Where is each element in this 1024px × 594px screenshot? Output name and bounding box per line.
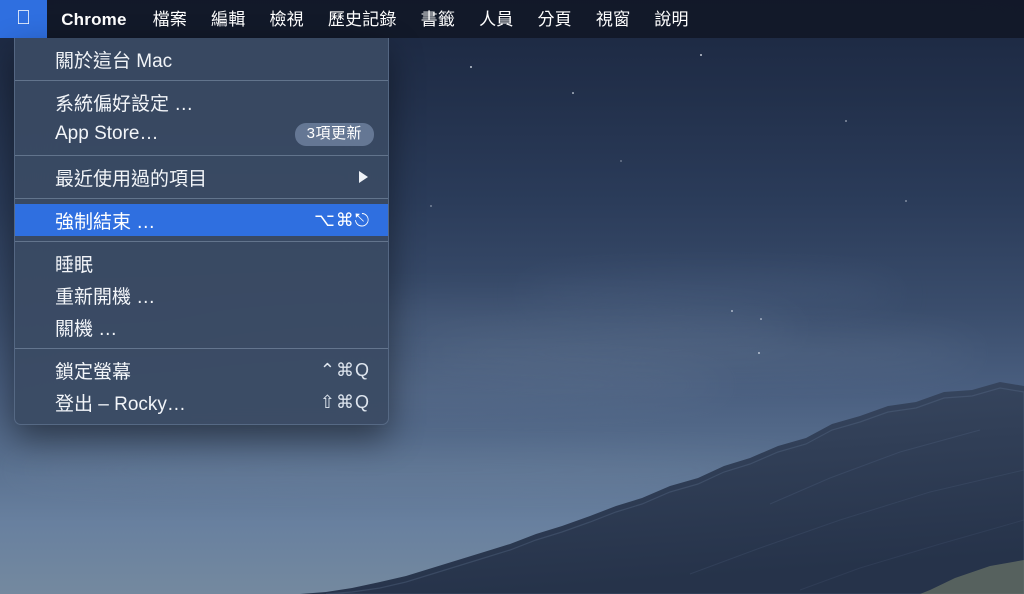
menu-bar-item-edit[interactable]: 編輯: [199, 0, 257, 38]
menu-bar-items:  Chrome 檔案 編輯 檢視 歷史記錄 書籤 人員 分頁 視窗 說明: [0, 0, 701, 38]
updates-badge: 3項更新: [294, 122, 374, 146]
menu-item-label: App Store…: [55, 123, 159, 144]
menu-item-label: 睡眠: [55, 254, 94, 276]
menu-bar-item-label: 歷史記錄: [312, 9, 397, 29]
menu-separator: [15, 198, 388, 199]
star: [700, 54, 702, 56]
menu-item-system-preferences[interactable]: 系統偏好設定 …: [15, 86, 388, 118]
chevron-right-icon: [359, 171, 368, 183]
menu-item-about-this-mac[interactable]: 關於這台 Mac: [15, 43, 388, 75]
menu-bar-item-help[interactable]: 說明: [642, 0, 700, 38]
menu-item-label: 關機 …: [55, 318, 118, 340]
menu-bar-item-file[interactable]: 檔案: [141, 0, 199, 38]
star: [470, 66, 472, 68]
menu-bar-item-label: 人員: [463, 9, 513, 29]
menu-bar-item-label: Chrome: [46, 9, 126, 29]
menu-separator: [15, 80, 388, 81]
menu-bar-item-window[interactable]: 視窗: [584, 0, 642, 38]
apple-dropdown-menu[interactable]: 關於這台 Mac 系統偏好設定 … App Store… 3項更新 最近使用過的項目 強制…: [14, 38, 389, 425]
menu-bar-item-people[interactable]: 人員: [467, 0, 525, 38]
menu-bar-item-label: 檢視: [254, 9, 303, 29]
star: [905, 200, 907, 202]
menu-item-label: 最近使用過的項目: [55, 168, 208, 190]
menu-item-force-quit[interactable]: 強制結束 … ⌥⌘⎋: [15, 204, 388, 236]
menu-bar-item-label: 編輯: [195, 9, 245, 29]
star: [731, 310, 733, 312]
menu-bar-item-history[interactable]: 歷史記錄: [316, 0, 409, 38]
star: [760, 318, 762, 320]
menu-bar-item-label: 分頁: [522, 9, 571, 29]
apple-logo-icon: : [16, 8, 31, 28]
menu-item-lock-screen[interactable]: 鎖定螢幕 ⌃⌘Q: [15, 354, 388, 386]
menu-bar-item-label: 說明: [639, 9, 688, 29]
menu-item-log-out[interactable]: 登出 – Rocky… ⇧⌘Q: [15, 386, 388, 418]
menu-item-shortcut: ⌃⌘Q: [319, 359, 370, 380]
menu-separator: [15, 155, 388, 156]
menu-item-app-store[interactable]: App Store… 3項更新: [15, 118, 388, 150]
menu-bar[interactable]:  Chrome 檔案 編輯 檢視 歷史記錄 書籤 人員 分頁 視窗 說明: [0, 0, 1024, 38]
cloud-band: [0, 455, 820, 485]
menu-item-shortcut: ⌥⌘⎋: [314, 209, 370, 230]
menu-item-shut-down[interactable]: 關機 …: [15, 311, 388, 343]
star: [430, 205, 432, 207]
menu-separator: [15, 241, 388, 242]
menu-item-sleep[interactable]: 睡眠: [15, 247, 388, 279]
menu-item-restart[interactable]: 重新開機 …: [15, 279, 388, 311]
menu-item-label: 關於這台 Mac: [55, 50, 173, 72]
menu-separator: [15, 348, 388, 349]
menu-bar-item-label: 視窗: [580, 9, 630, 29]
menu-item-recent-items[interactable]: 最近使用過的項目: [15, 161, 388, 193]
star: [572, 92, 574, 94]
menu-bar-item-view[interactable]: 檢視: [257, 0, 315, 38]
menu-item-shortcut: ⇧⌘Q: [319, 391, 370, 412]
star: [620, 160, 622, 162]
star: [845, 120, 847, 122]
menu-bar-item-tab[interactable]: 分頁: [525, 0, 583, 38]
star: [758, 352, 760, 354]
menu-bar-item-label: 書籤: [405, 9, 455, 29]
menu-bar-item-label: 檔案: [137, 9, 187, 29]
menu-item-label: 重新開機 …: [55, 286, 156, 308]
menu-item-label: 鎖定螢幕: [55, 361, 132, 383]
apple-menu-button[interactable]: : [0, 0, 48, 38]
menu-item-label: 系統偏好設定 …: [55, 93, 194, 115]
menu-item-label: 強制結束 …: [55, 211, 156, 233]
menu-item-label: 登出 – Rocky…: [55, 393, 186, 415]
menu-bar-item-chrome[interactable]: Chrome: [47, 0, 140, 38]
menu-bar-item-bookmarks[interactable]: 書籤: [409, 0, 467, 38]
